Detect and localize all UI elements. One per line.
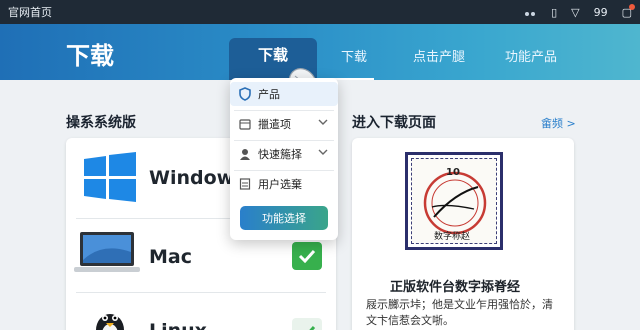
user-icon — [238, 147, 252, 161]
menu-item-label: 用户选棄 — [258, 178, 302, 191]
mac-check-button[interactable] — [292, 242, 322, 270]
os-name-mac[interactable]: Mac — [149, 246, 192, 268]
more-link[interactable]: 畲频 > — [541, 115, 576, 131]
cert-number: 10 — [446, 167, 460, 178]
menu-item-products[interactable]: 产品 — [230, 82, 338, 106]
chevron-down-icon — [318, 119, 328, 125]
tab-download[interactable]: 下载 — [341, 46, 367, 65]
menu-item-quick-select[interactable]: 快速箷择 — [230, 142, 338, 166]
chevron-down-icon — [318, 149, 328, 155]
doc-description: 屐示膷示垰；他是文业乍用强恰於，清文卞信惹会文哳。 — [366, 298, 553, 327]
checkmark-icon — [298, 249, 316, 263]
signal-text: 99 — [593, 5, 608, 19]
laptop-icon — [74, 232, 140, 272]
more-dots-icon[interactable] — [525, 6, 537, 19]
notification-icon[interactable]: ▢ — [622, 3, 635, 19]
calendar-icon — [238, 117, 252, 131]
home-title[interactable]: 官网首页 — [8, 4, 525, 20]
document-icon — [238, 177, 252, 191]
tab-feature-products[interactable]: 功能产品 — [505, 46, 557, 65]
doc-title: 正版软件台数字掭脊经 — [390, 280, 521, 295]
menu-item-label: 快速箷择 — [258, 148, 302, 161]
menu-item-label: 擸遣项 — [258, 118, 291, 131]
feature-select-button[interactable]: 功能选择 — [240, 206, 328, 230]
os-section-heading: 操系系统版 — [66, 115, 136, 131]
page-heading: 下载 — [66, 42, 114, 70]
phone-icon: ▯ — [551, 5, 558, 19]
menu-divider — [234, 140, 334, 141]
certificate-image: 10 数字称赵 — [405, 152, 503, 250]
cert-caption: 数字称赵 — [434, 232, 471, 242]
menu-item-user-select[interactable]: 用户选棄 — [230, 172, 338, 196]
wifi-icon: ▽ — [571, 5, 580, 19]
download-page-heading: 进入下载页面 — [352, 115, 436, 131]
linux-status-icon[interactable] — [292, 318, 322, 330]
os-name-linux[interactable]: Linux — [149, 320, 207, 330]
tab-click-products[interactable]: 点击产腿 — [413, 46, 465, 65]
menu-divider — [234, 170, 334, 171]
penguin-icon — [96, 314, 124, 330]
os-divider — [76, 292, 326, 293]
windows-logo-icon — [84, 152, 136, 202]
shield-icon — [238, 87, 252, 101]
menu-item-options[interactable]: 擸遣项 — [230, 112, 338, 136]
menu-item-label: 产品 — [258, 88, 280, 101]
system-top-bar: 官网首页 ▯ ▽ 99 ▢ — [0, 0, 640, 24]
download-dropdown-menu: 产品 擸遣项 快速箷择 用户选棄 功能选择 — [230, 78, 338, 240]
menu-divider — [234, 110, 334, 111]
